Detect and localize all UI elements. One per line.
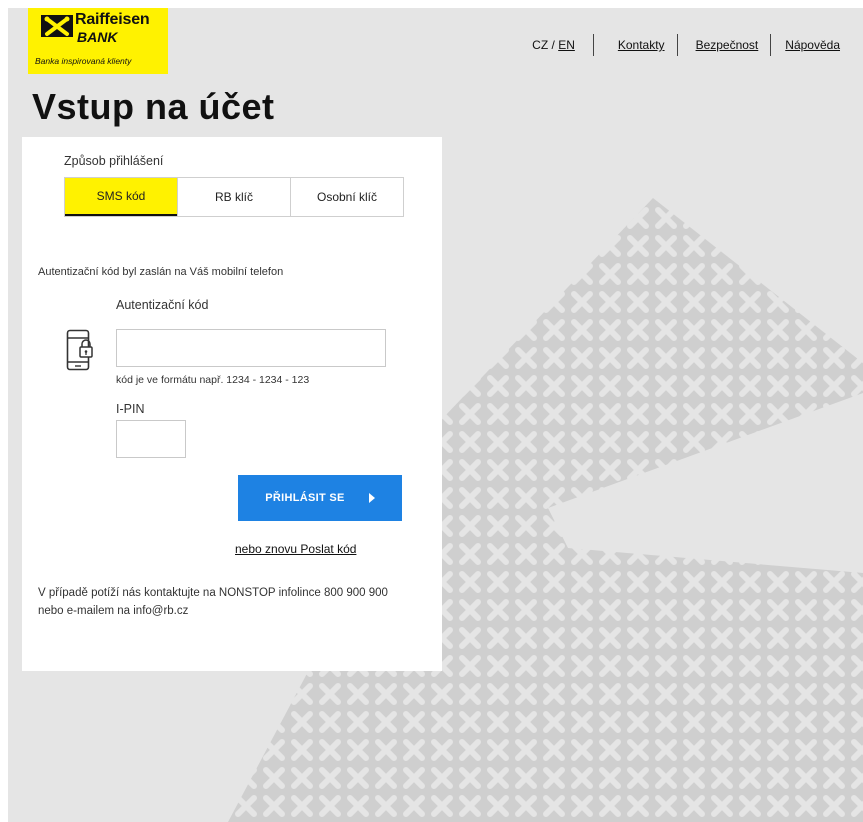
tab-rb-key[interactable]: RB klíč — [177, 178, 290, 216]
raiffeisen-crossed-horses-icon — [41, 15, 73, 37]
logo-brand-bank: BANK — [77, 29, 118, 45]
page-title: Vstup na účet — [32, 86, 275, 127]
lang-separator: / — [551, 38, 555, 52]
phone-lock-icon — [66, 329, 93, 371]
language-switcher: CZ / EN — [532, 38, 593, 52]
page: Raiffeisen BANK Banka inspirovaná klient… — [8, 8, 863, 822]
nav-link-bezpecnost[interactable]: Bezpečnost — [678, 38, 771, 52]
nav-link-napoveda[interactable]: Nápověda — [771, 38, 840, 52]
ipin-label: I-PIN — [116, 402, 145, 416]
raiffeisen-logo[interactable]: Raiffeisen BANK Banka inspirovaná klient… — [28, 8, 168, 74]
tab-sms-code[interactable]: SMS kód — [65, 178, 177, 216]
logo-tagline: Banka inspirovaná klienty — [35, 56, 132, 66]
login-card: Způsob přihlášení SMS kód RB klíč Osobní… — [22, 137, 442, 671]
login-method-label: Způsob přihlášení — [64, 154, 164, 168]
code-sent-info: Autentizační kód byl zaslán na Váš mobil… — [38, 266, 284, 278]
ipin-input[interactable] — [116, 420, 186, 458]
logo-brand-name: Raiffeisen — [75, 11, 150, 28]
lang-en-link[interactable]: EN — [558, 38, 575, 52]
login-method-tabs: SMS kód RB klíč Osobní klíč — [64, 177, 404, 217]
arrow-right-icon — [368, 493, 375, 503]
auth-code-label: Autentizační kód — [116, 298, 209, 312]
resend-code-link[interactable]: nebo znovu Poslat kód — [235, 542, 356, 556]
top-navigation: CZ / EN Kontakty Bezpečnost Nápověda — [532, 34, 840, 56]
auth-code-format-hint: kód je ve formátu např. 1234 - 1234 - 12… — [116, 374, 310, 386]
login-button-label: PŘIHLÁSIT SE — [265, 492, 345, 504]
tab-personal-key[interactable]: Osobní klíč — [290, 178, 403, 216]
login-button[interactable]: PŘIHLÁSIT SE — [238, 475, 402, 521]
nav-link-kontakty[interactable]: Kontakty — [594, 38, 677, 52]
lang-cz[interactable]: CZ — [532, 38, 548, 52]
contact-info: V případě potíží nás kontaktujte na NONS… — [38, 587, 388, 617]
auth-code-input[interactable] — [116, 329, 386, 367]
